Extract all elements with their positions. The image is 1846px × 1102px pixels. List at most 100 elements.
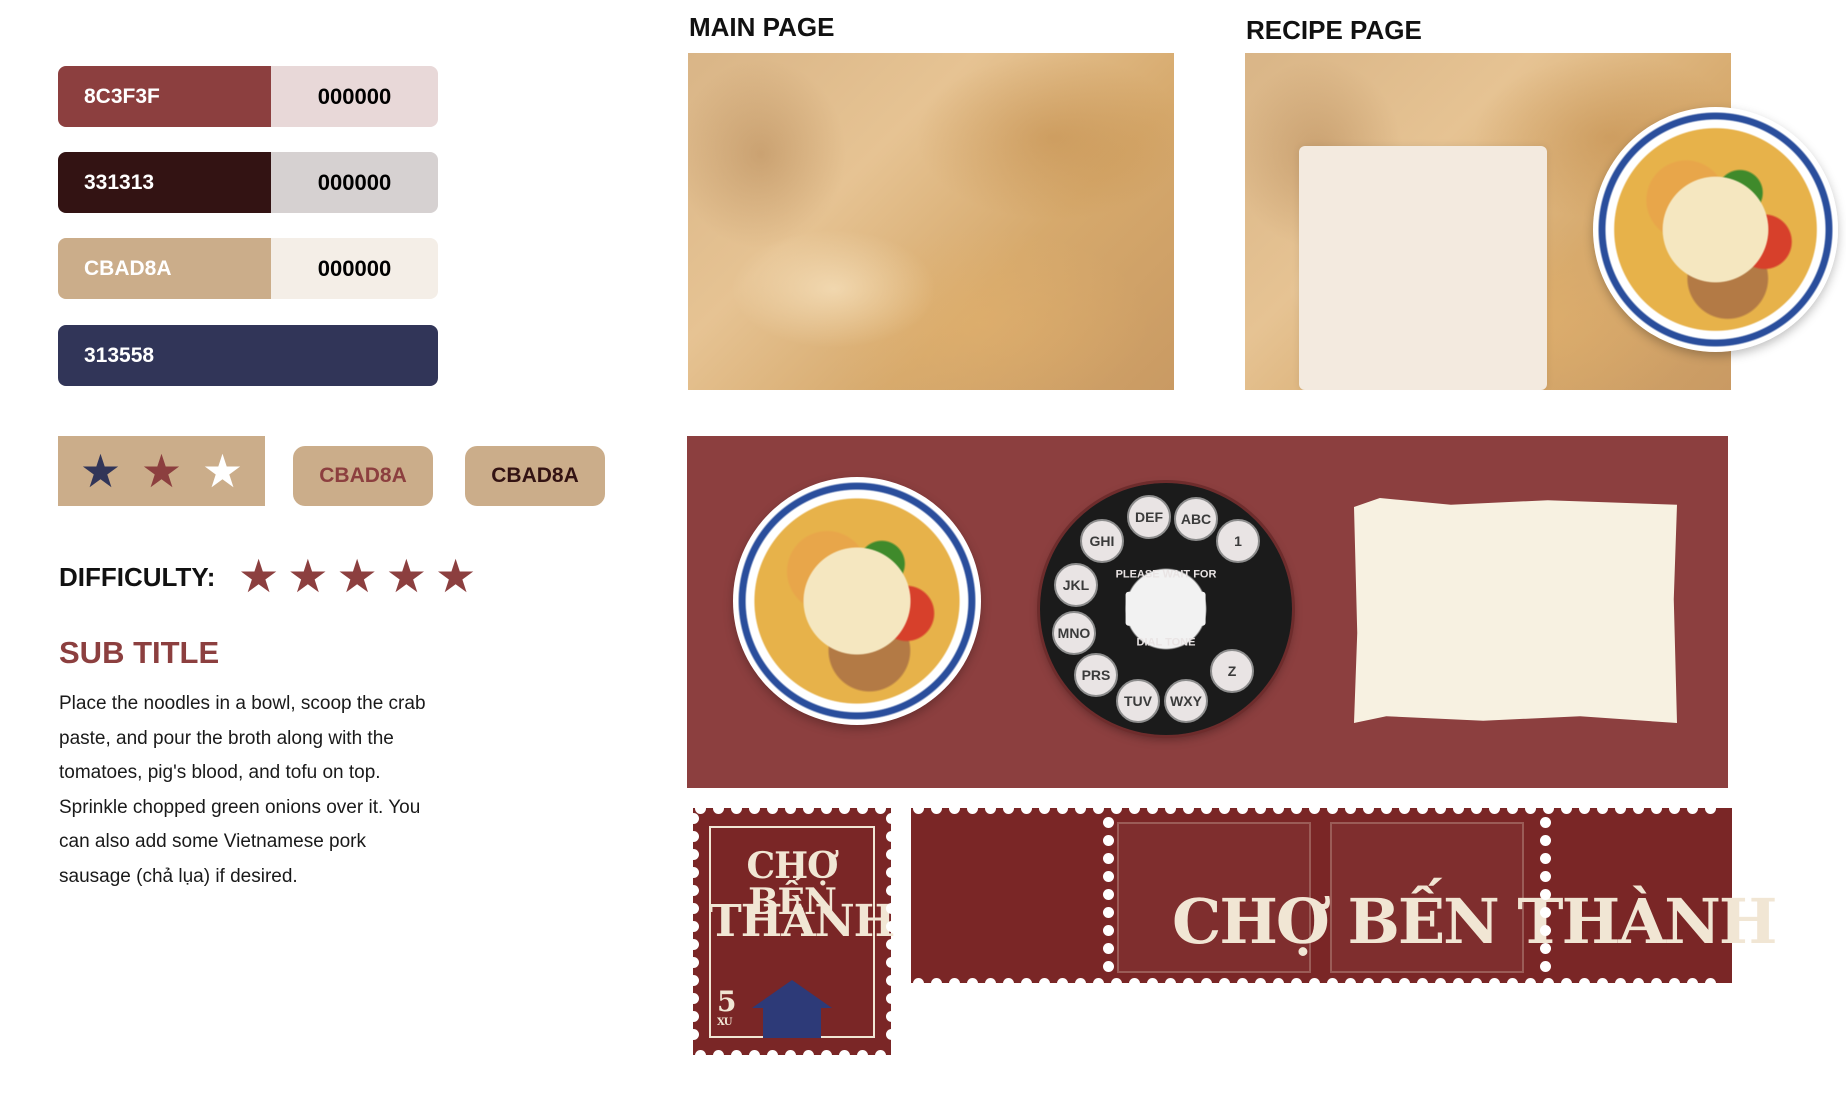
perforation-dot <box>688 921 699 932</box>
perforation-dot <box>1507 978 1518 989</box>
perforation-dot <box>1075 803 1086 814</box>
perforation-dot <box>1103 925 1114 936</box>
perforation-dot <box>1399 803 1410 814</box>
perforation-dot <box>1435 978 1446 989</box>
star-icon: ★ <box>238 550 280 602</box>
star-icon: ★ <box>336 550 378 602</box>
perforation-dot <box>1129 978 1140 989</box>
perforation-dot <box>949 803 960 814</box>
perforation-dot <box>749 803 760 814</box>
perforation-dot <box>1129 803 1140 814</box>
star-icon: ★ <box>435 550 477 602</box>
perforation-dot <box>1453 978 1464 989</box>
recipe-body-text: Place the noodles in a bowl, scoop the c… <box>59 687 459 895</box>
perforation-dot <box>886 975 897 986</box>
perforation-dot <box>949 978 960 989</box>
perforation-dot <box>1219 803 1230 814</box>
perforation-dot <box>803 1050 814 1061</box>
perforation-dot <box>1540 871 1551 882</box>
stamp-single: CHỢ BẾN THÀNH 5 XU <box>693 808 895 1055</box>
perforation-dot <box>839 1050 850 1061</box>
perforation-dot <box>967 803 978 814</box>
perforation-dot <box>785 803 796 814</box>
perforation-dot <box>985 803 996 814</box>
perforation-dot <box>886 1011 897 1022</box>
perforation-dot <box>1039 978 1050 989</box>
body-line: can also add some Vietnamese pork <box>59 831 366 853</box>
perforation-dot <box>1381 978 1392 989</box>
perforation-dot <box>1543 803 1554 814</box>
perforation-dot <box>985 978 996 989</box>
perforation-dot <box>1363 978 1374 989</box>
star-icon: ★ <box>287 550 329 602</box>
recipe-content-card <box>1299 146 1547 390</box>
perforation-dot <box>1489 803 1500 814</box>
torn-paper-image <box>1354 498 1677 723</box>
perforation-dot <box>839 803 850 814</box>
perforation-dot <box>1363 803 1374 814</box>
perforation-dot <box>1219 978 1230 989</box>
perforation-dot <box>1103 817 1114 828</box>
perforation-dot <box>1540 943 1551 954</box>
perforation-dot <box>688 957 699 968</box>
perforation-dot <box>1669 803 1680 814</box>
perforation-dot <box>688 903 699 914</box>
perforation-dot <box>688 1029 699 1040</box>
perforation-dot <box>688 849 699 860</box>
perforation-dot <box>886 849 897 860</box>
perforation-dot <box>1435 803 1446 814</box>
perforation-dot <box>875 803 886 814</box>
perforation-dot <box>886 1029 897 1040</box>
perforation-dot <box>1381 803 1392 814</box>
perforation-dot <box>1255 803 1266 814</box>
perforation-dot <box>1103 943 1114 954</box>
perforation-dot <box>1543 978 1554 989</box>
perforation-dot <box>1237 803 1248 814</box>
perforation-dot <box>1255 978 1266 989</box>
rotary-dial-image: DEF ABC 1 GHI JKL MNO PRS TUV WXY Z PLEA… <box>1040 483 1292 735</box>
perforation-dot <box>886 993 897 1004</box>
main-page-preview[interactable] <box>688 53 1174 390</box>
body-line: sausage (chả lụa) if desired. <box>59 865 298 887</box>
perforation-dot <box>803 803 814 814</box>
perforation-dot <box>1103 871 1114 882</box>
dial-hole: DEF <box>1127 495 1171 539</box>
perforation-dot <box>1345 803 1356 814</box>
perforation-dot <box>1597 978 1608 989</box>
sub-title: SUB TITLE <box>59 635 220 670</box>
perforation-dot <box>1273 803 1284 814</box>
dial-hole: Z <box>1210 649 1254 693</box>
perforation-dot <box>1111 978 1122 989</box>
perforation-dot <box>1309 803 1320 814</box>
difficulty-rating: ★ ★ ★ ★ ★ <box>238 553 476 599</box>
dial-hole: 1 <box>1216 519 1260 563</box>
perforation-dot <box>1561 978 1572 989</box>
perforation-dot <box>1540 961 1551 972</box>
perforation-dot <box>1057 978 1068 989</box>
chip-button-dark-text[interactable]: CBAD8A <box>465 446 605 506</box>
perforation-dot <box>1705 978 1716 989</box>
perforation-dot <box>886 831 897 842</box>
stamp-title-line2: THÀNH <box>709 896 895 947</box>
swatch-tan-main: CBAD8A <box>58 238 271 299</box>
perforation-dot <box>886 903 897 914</box>
perforation-dot <box>1165 803 1176 814</box>
perforation-dot <box>1103 889 1114 900</box>
perforation-dot <box>1615 803 1626 814</box>
dial-hole: ABC <box>1174 497 1218 541</box>
perforation-dot <box>1021 978 1032 989</box>
perforation-dot <box>713 1050 724 1061</box>
chip-button-maroon-text[interactable]: CBAD8A <box>293 446 433 506</box>
perforation-dot <box>1201 803 1212 814</box>
perforation-dot <box>1039 803 1050 814</box>
perforation-dot <box>749 1050 760 1061</box>
body-line: Place the noodles in a bowl, scoop the c… <box>59 693 426 714</box>
dial-hole: GHI <box>1080 519 1124 563</box>
perforation-dot <box>857 1050 868 1061</box>
perforation-dot <box>1651 978 1662 989</box>
perforation-dot <box>1021 803 1032 814</box>
dial-hole: PRS <box>1074 653 1118 697</box>
swatch-primary-alt: 000000 <box>271 66 438 127</box>
noodle-bowl-image <box>1593 107 1838 352</box>
perforation-dot <box>1165 978 1176 989</box>
